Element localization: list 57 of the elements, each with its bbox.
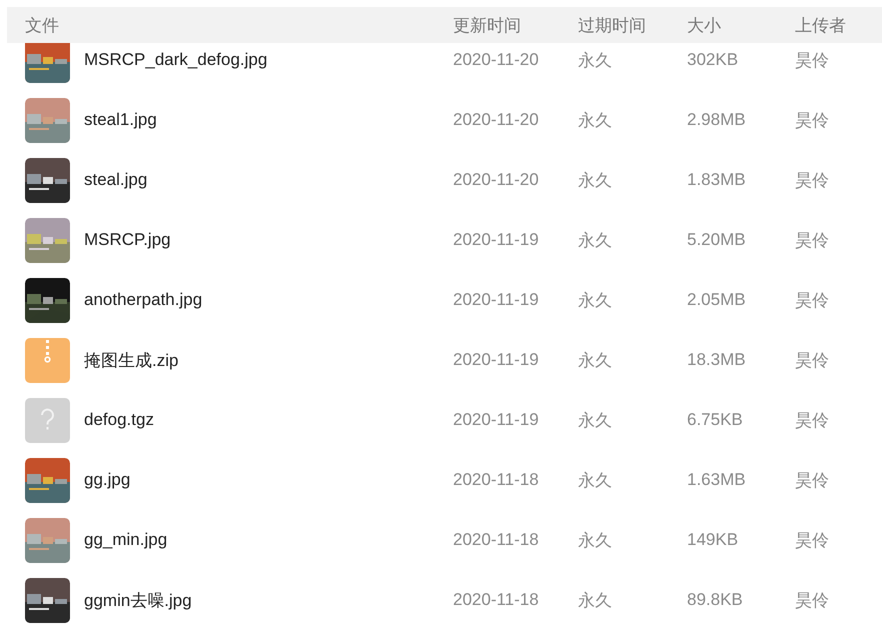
date-cell-text: 2020-11-19 — [453, 350, 540, 370]
expiry-cell-text: 永久 — [578, 470, 613, 492]
date-cell-text: 2020-11-20 — [453, 170, 540, 190]
size-cell-text: 18.3MB — [687, 350, 747, 370]
size-cell-text: 6.75KB — [687, 410, 744, 430]
uploader-cell-text: 昊伶 — [795, 590, 830, 612]
expiry-cell-text: 永久 — [578, 110, 613, 132]
uploader-cell-text: 昊伶 — [795, 170, 830, 192]
date-cell-text: 2020-11-19 — [453, 290, 540, 310]
column-header[interactable]: 更新时间 — [453, 14, 578, 36]
date-cell-text: 2020-11-18 — [453, 590, 540, 610]
expiry-cell-text: 永久 — [578, 50, 613, 72]
date-cell-text: 2020-11-19 — [453, 230, 540, 250]
size-cell-text: 149KB — [687, 530, 740, 550]
uploader-cell-text: 昊伶 — [795, 350, 830, 372]
file-name[interactable]: ggmin去噪.jpg — [84, 588, 192, 612]
uploader-cell-text: 昊伶 — [795, 50, 830, 72]
file-name[interactable]: anotherpath.jpg — [84, 290, 202, 310]
file-name[interactable]: 掩图生成.zip — [84, 348, 178, 372]
uploader-cell-text: 昊伶 — [795, 530, 830, 552]
expiry-cell-text: 永久 — [578, 590, 613, 612]
expiry-cell-text: 永久 — [578, 530, 613, 552]
file-name[interactable]: steal.jpg — [84, 170, 148, 190]
column-header[interactable]: 过期时间 — [578, 14, 687, 36]
date-cell-text: 2020-11-20 — [453, 110, 540, 130]
column-header[interactable]: 大小 — [687, 14, 795, 36]
uploader-cell-text: 昊伶 — [795, 410, 830, 432]
file-name[interactable]: MSRCP_dark_defog.jpg — [84, 50, 268, 70]
size-cell-text: 2.05MB — [687, 290, 747, 310]
file-name[interactable]: defog.tgz — [84, 410, 154, 430]
date-cell-text: 2020-11-19 — [453, 410, 540, 430]
uploader-cell-text: 昊伶 — [795, 470, 830, 492]
file-name[interactable]: gg.jpg — [84, 470, 130, 490]
size-cell-text: 302KB — [687, 50, 740, 70]
date-cell-text: 2020-11-18 — [453, 470, 540, 490]
expiry-cell-text: 永久 — [578, 350, 613, 372]
date-cell-text: 2020-11-20 — [453, 50, 540, 70]
size-cell-text: 1.63MB — [687, 470, 747, 490]
size-cell-text: 89.8KB — [687, 590, 744, 610]
expiry-cell-text: 永久 — [578, 290, 613, 312]
size-cell-text: 5.20MB — [687, 230, 747, 250]
date-cell-text: 2020-11-18 — [453, 530, 540, 550]
expiry-cell-text: 永久 — [578, 410, 613, 432]
expiry-cell-text: 永久 — [578, 170, 613, 192]
zip-file-icon — [25, 338, 70, 382]
uploader-cell-text: 昊伶 — [795, 230, 830, 252]
expiry-cell-text: 永久 — [578, 230, 613, 252]
unknown-file-icon — [25, 398, 70, 442]
uploader-cell-text: 昊伶 — [795, 290, 830, 312]
column-header[interactable]: 上传者 — [795, 14, 882, 36]
column-header[interactable]: 文件 — [7, 14, 453, 36]
size-cell-text: 2.98MB — [687, 110, 747, 130]
size-cell-text: 1.83MB — [687, 170, 747, 190]
uploader-cell-text: 昊伶 — [795, 110, 830, 132]
file-name[interactable]: MSRCP.jpg — [84, 230, 171, 250]
file-name[interactable]: gg_min.jpg — [84, 530, 168, 550]
file-name[interactable]: steal1.jpg — [84, 110, 157, 130]
